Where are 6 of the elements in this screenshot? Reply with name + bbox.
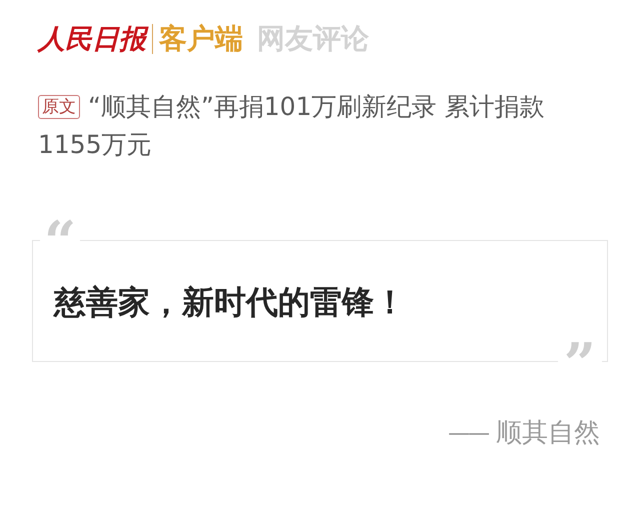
comment-author: 顺其自然 bbox=[496, 417, 600, 450]
tag: 原文 bbox=[38, 95, 80, 119]
article-title: 原文 “顺其自然”再捐101万刷新纪录 累计捐款1155万元 bbox=[38, 91, 546, 161]
app-name: 客户端 bbox=[159, 25, 243, 53]
comment-text: 慈善家，新时代的雷锋！ bbox=[54, 283, 406, 321]
author-dash: —— bbox=[448, 420, 488, 448]
